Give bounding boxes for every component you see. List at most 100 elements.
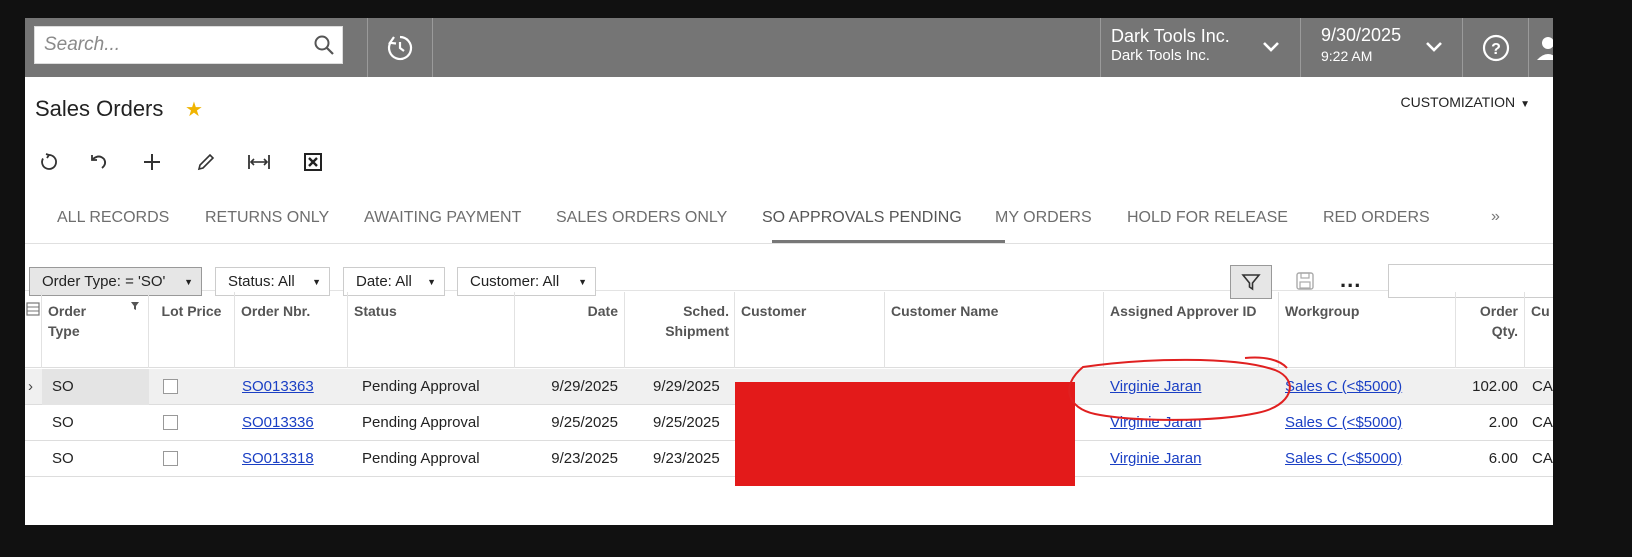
cell-date: 9/29/2025 xyxy=(551,378,618,395)
history-icon xyxy=(387,35,412,60)
export-excel-button[interactable] xyxy=(299,148,327,176)
date-filter-label: Date: All xyxy=(356,273,412,290)
tab-awaiting-payment[interactable]: AWAITING PAYMENT xyxy=(364,209,521,227)
column-sched-shipment[interactable]: Sched. Shipment xyxy=(625,292,735,368)
approver-link[interactable]: Virginie Jaran xyxy=(1110,378,1201,395)
app-window: Dark Tools Inc. Dark Tools Inc. 9/30/202… xyxy=(25,18,1553,525)
cell-approver[interactable]: Virginie Jaran xyxy=(1102,441,1279,477)
cell-workgroup[interactable]: Sales C (<$5000) xyxy=(1279,405,1456,441)
cell-sched-shipment: 9/29/2025 xyxy=(653,378,720,395)
customer-filter-label: Customer: All xyxy=(470,273,560,290)
cell-order-type: SO xyxy=(52,450,74,467)
company-branch: Dark Tools Inc. xyxy=(1111,47,1210,64)
column-order-type-label: Order Type xyxy=(48,303,87,339)
divider xyxy=(432,18,433,77)
grid-header: Order Type Lot Price Order Nbr. Status D… xyxy=(25,292,1553,368)
caret-down-icon: ▼ xyxy=(184,277,193,287)
cell-approver[interactable]: Virginie Jaran xyxy=(1102,405,1279,441)
add-icon xyxy=(144,154,160,170)
help-button[interactable]: ? xyxy=(1463,18,1528,77)
tab-my-orders[interactable]: MY ORDERS xyxy=(995,209,1092,227)
approver-link[interactable]: Virginie Jaran xyxy=(1110,414,1201,431)
business-date: 9/30/2025 xyxy=(1321,25,1402,45)
cell-date: 9/23/2025 xyxy=(551,450,618,467)
column-settings-icon[interactable] xyxy=(25,292,42,368)
cell-status: Pending Approval xyxy=(362,378,480,395)
company-selector[interactable]: Dark Tools Inc. Dark Tools Inc. xyxy=(1100,18,1300,77)
filter-icon xyxy=(131,302,139,310)
search-icon[interactable] xyxy=(312,33,336,57)
cell-order-nbr[interactable]: SO013318 xyxy=(235,441,348,477)
caret-down-icon: ▼ xyxy=(578,277,587,287)
lot-price-checkbox[interactable] xyxy=(163,451,178,466)
business-date-selector[interactable]: 9/30/2025 9:22 AM xyxy=(1301,18,1461,77)
customization-menu[interactable]: CUSTOMIZATION ▼ xyxy=(1401,94,1531,110)
column-status[interactable]: Status xyxy=(348,292,515,368)
chevron-down-icon xyxy=(1263,42,1279,52)
order-nbr-link[interactable]: SO013363 xyxy=(242,378,314,395)
search-input[interactable] xyxy=(35,27,305,63)
svg-text:?: ? xyxy=(1491,41,1501,58)
filter-icon xyxy=(1241,274,1261,291)
help-icon: ? xyxy=(1482,34,1509,61)
tab-hold-for-release[interactable]: HOLD FOR RELEASE xyxy=(1127,209,1288,227)
workgroup-link[interactable]: Sales C (<$5000) xyxy=(1285,378,1402,395)
approver-link[interactable]: Virginie Jaran xyxy=(1110,450,1201,467)
cell-currency: CA xyxy=(1532,378,1553,395)
workgroup-link[interactable]: Sales C (<$5000) xyxy=(1285,414,1402,431)
chevron-down-icon xyxy=(1426,42,1442,52)
fit-to-screen-button[interactable] xyxy=(245,148,273,176)
cell-sched-shipment: 9/23/2025 xyxy=(653,450,720,467)
fit-to-screen-icon xyxy=(248,155,270,169)
cell-workgroup[interactable]: Sales C (<$5000) xyxy=(1279,369,1456,405)
workgroup-link[interactable]: Sales C (<$5000) xyxy=(1285,450,1402,467)
column-order-type[interactable]: Order Type xyxy=(42,292,149,368)
tab-all-records[interactable]: ALL RECORDS xyxy=(57,209,169,227)
row-selector-chevron-icon[interactable]: › xyxy=(25,369,42,405)
column-date[interactable]: Date xyxy=(515,292,625,368)
lot-price-checkbox[interactable] xyxy=(163,415,178,430)
column-assigned-approver[interactable]: Assigned Approver ID xyxy=(1104,292,1279,368)
add-button[interactable] xyxy=(138,148,166,176)
caret-down-icon: ▼ xyxy=(1520,99,1530,110)
cell-order-qty: 2.00 xyxy=(1488,414,1518,431)
cell-status: Pending Approval xyxy=(362,414,480,431)
column-customer-name[interactable]: Customer Name xyxy=(885,292,1104,368)
cell-status: Pending Approval xyxy=(362,450,480,467)
status-filter-label: Status: All xyxy=(228,273,295,290)
undo-button[interactable] xyxy=(85,148,113,176)
cell-workgroup[interactable]: Sales C (<$5000) xyxy=(1279,441,1456,477)
column-settings-icon xyxy=(26,302,40,316)
tab-red-orders[interactable]: RED ORDERS xyxy=(1323,209,1430,227)
tab-so-approvals-pending[interactable]: SO APPROVALS PENDING xyxy=(762,209,962,227)
edit-button[interactable] xyxy=(192,148,220,176)
order-nbr-link[interactable]: SO013318 xyxy=(242,450,314,467)
save-icon xyxy=(1296,272,1314,290)
cell-order-type: SO xyxy=(42,369,149,405)
favorite-star-icon[interactable]: ★ xyxy=(185,97,203,122)
tab-returns-only[interactable]: RETURNS ONLY xyxy=(205,209,329,227)
global-search[interactable] xyxy=(34,26,343,64)
column-workgroup[interactable]: Workgroup xyxy=(1279,292,1456,368)
user-menu-button[interactable] xyxy=(1528,18,1553,77)
column-lot-price[interactable]: Lot Price xyxy=(149,292,235,368)
business-time: 9:22 AM xyxy=(1321,48,1373,64)
undo-icon xyxy=(91,155,107,169)
column-currency[interactable]: Cu xyxy=(1525,292,1553,368)
order-nbr-link[interactable]: SO013336 xyxy=(242,414,314,431)
more-tabs-icon[interactable]: » xyxy=(1491,208,1500,226)
cell-sched-shipment: 9/25/2025 xyxy=(653,414,720,431)
column-order-qty[interactable]: Order Qty. xyxy=(1456,292,1525,368)
column-customer[interactable]: Customer xyxy=(735,292,885,368)
cell-order-nbr[interactable]: SO013363 xyxy=(235,369,348,405)
lot-price-checkbox[interactable] xyxy=(163,379,178,394)
refresh-button[interactable] xyxy=(35,148,63,176)
tab-sales-orders-only[interactable]: SALES ORDERS ONLY xyxy=(556,209,727,227)
cell-currency: CA xyxy=(1532,414,1553,431)
customization-label: CUSTOMIZATION xyxy=(1400,94,1516,110)
cell-order-nbr[interactable]: SO013336 xyxy=(235,405,348,441)
column-order-nbr[interactable]: Order Nbr. xyxy=(235,292,348,368)
recent-history-button[interactable] xyxy=(367,18,432,77)
cell-approver[interactable]: Virginie Jaran xyxy=(1102,369,1279,405)
more-options-icon[interactable]: ... xyxy=(1340,267,1361,293)
